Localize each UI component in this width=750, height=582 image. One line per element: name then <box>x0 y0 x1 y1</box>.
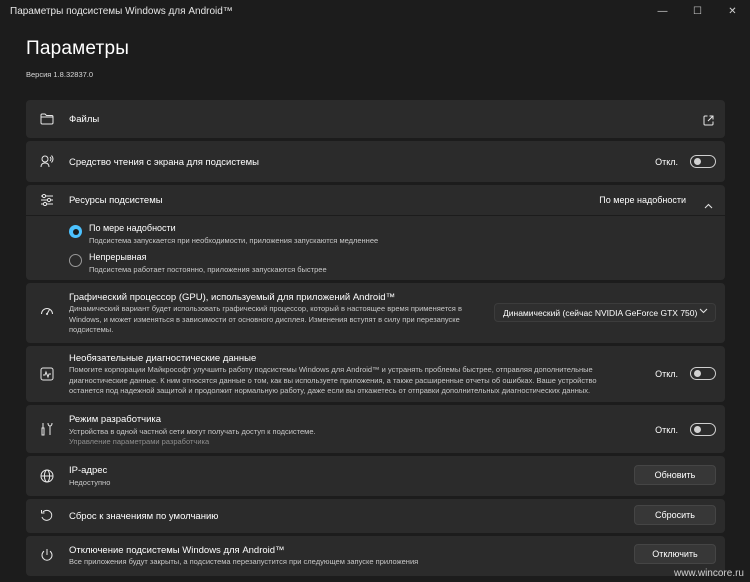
refresh-button[interactable]: Обновить <box>634 465 716 485</box>
resources-row[interactable]: Ресурсы подсистемы По мере надобности <box>26 185 725 215</box>
developer-mode-toggle[interactable] <box>690 423 716 436</box>
gpu-label: Графический процессор (GPU), используемы… <box>69 292 396 303</box>
diagnostics-description-line: диагностические данные. К ним относятся … <box>69 375 597 385</box>
developer-mode-row: Режим разработчика Устройства в одной ча… <box>26 405 725 453</box>
screen-reader-label: Средство чтения с экрана для подсистемы <box>69 157 259 168</box>
shutdown-button[interactable]: Отключить <box>634 544 716 564</box>
files-row[interactable]: Файлы <box>26 100 725 138</box>
gpu-description: Динамический вариант будет использовать … <box>69 304 462 336</box>
diagnostics-description-line: Помогите корпорации Майкрософт улучшить … <box>69 365 593 374</box>
developer-settings-link[interactable]: Управление параметрами разработчика <box>69 437 209 446</box>
page-title: Параметры <box>26 38 130 59</box>
resources-selected-value: По мере надобности <box>599 195 686 205</box>
chevron-up-icon[interactable] <box>704 196 713 209</box>
diagnostics-toggle-wrap: Откл. <box>655 367 716 380</box>
reset-button[interactable]: Сбросить <box>634 505 716 525</box>
screen-reader-row: Средство чтения с экрана для подсистемы … <box>26 141 725 182</box>
developer-toggle-wrap: Откл. <box>655 423 716 436</box>
screen-reader-icon <box>40 154 54 168</box>
ip-address-row: IP-адрес Недоступно Обновить <box>26 456 725 496</box>
diagnostics-icon <box>40 367 54 381</box>
radio-label: По мере надобности <box>89 223 176 233</box>
screen-reader-toggle-text: Откл. <box>655 156 678 167</box>
diagnostics-toggle-text: Откл. <box>655 368 678 379</box>
gauge-icon <box>40 304 54 318</box>
minimize-button[interactable]: — <box>645 0 680 22</box>
resources-label: Ресурсы подсистемы <box>69 195 163 206</box>
reset-row: Сброс к значениям по умолчанию Сбросить <box>26 499 725 533</box>
gpu-dropdown[interactable]: Динамический (сейчас NVIDIA GeForce GTX … <box>494 303 716 322</box>
page-header: Параметры Версия 1.8.32837.0 <box>26 38 129 79</box>
developer-toggle-text: Откл. <box>655 424 678 435</box>
gpu-dropdown-value: Динамический (сейчас NVIDIA GeForce GTX … <box>503 307 698 318</box>
toggle-knob <box>693 370 701 377</box>
power-icon <box>40 548 54 562</box>
close-button[interactable]: ✕ <box>715 0 750 22</box>
version-text: Версия 1.8.32837.0 <box>26 70 94 79</box>
radio-button-selected[interactable] <box>69 225 82 238</box>
title-bar: Параметры подсистемы Windows для Android… <box>0 0 750 22</box>
files-label: Файлы <box>69 114 100 125</box>
toggle-knob <box>693 426 701 433</box>
maximize-icon: ☐ <box>693 5 702 17</box>
close-icon: ✕ <box>728 5 737 17</box>
minimize-icon: — <box>657 5 668 17</box>
developer-mode-label: Режим разработчика <box>69 414 162 425</box>
reset-icon <box>40 509 54 523</box>
gpu-description-line: подсистемы. <box>69 325 114 334</box>
ip-address-value: Недоступно <box>69 478 111 487</box>
gpu-row: Графический процессор (GPU), используемы… <box>26 283 725 343</box>
folder-icon <box>40 112 54 126</box>
sliders-icon <box>40 193 54 207</box>
screen-reader-toggle-wrap: Откл. <box>655 155 716 168</box>
reset-label: Сброс к значениям по умолчанию <box>69 511 219 522</box>
diagnostics-description: Помогите корпорации Майкрософт улучшить … <box>69 365 597 397</box>
shutdown-row: Отключение подсистемы Windows для Androi… <box>26 536 725 576</box>
external-link-icon[interactable] <box>703 113 714 126</box>
shutdown-label: Отключение подсистемы Windows для Androi… <box>69 545 285 556</box>
watermark: www.wincore.ru <box>673 568 744 579</box>
diagnostics-label: Необязательные диагностические данные <box>69 353 257 364</box>
diagnostics-row: Необязательные диагностические данные По… <box>26 346 725 402</box>
window-title: Параметры подсистемы Windows для Android… <box>10 5 233 17</box>
resources-options: По мере надобности Подсистема запускаетс… <box>26 216 725 280</box>
radio-description: Подсистема запускается при необходимости… <box>89 236 379 245</box>
diagnostics-description-line: останется под надежной защитой и продолж… <box>69 386 591 395</box>
radio-description: Подсистема работает постоянно, приложени… <box>89 265 327 274</box>
radio-button[interactable] <box>69 254 82 267</box>
chevron-down-icon <box>699 307 708 316</box>
globe-icon <box>40 469 54 483</box>
radio-label: Непрерывная <box>89 252 147 262</box>
diagnostics-toggle[interactable] <box>690 367 716 380</box>
developer-mode-description: Устройства в одной частной сети могут по… <box>69 427 316 436</box>
screen-reader-toggle[interactable] <box>690 155 716 168</box>
shutdown-description: Все приложения будут закрыты, а подсисте… <box>69 557 419 566</box>
gpu-description-line: Windows, и может изменяться в зависимост… <box>69 314 460 324</box>
toggle-knob <box>693 158 701 165</box>
ip-address-label: IP-адрес <box>69 465 108 476</box>
gpu-description-line: Динамический вариант будет использовать … <box>69 304 462 313</box>
maximize-button[interactable]: ☐ <box>680 0 715 22</box>
developer-tools-icon <box>40 422 54 436</box>
